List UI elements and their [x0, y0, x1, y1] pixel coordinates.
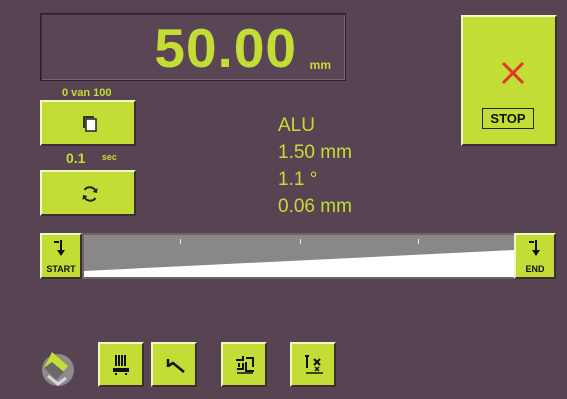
- press-tool-icon: [113, 355, 129, 375]
- start-label: START: [46, 264, 76, 274]
- end-button[interactable]: END: [514, 233, 556, 279]
- end-label: END: [525, 264, 545, 274]
- arrow-down-icon: [54, 240, 65, 256]
- stop-button[interactable]: STOP: [461, 15, 557, 146]
- axis-x-button[interactable]: [290, 342, 336, 387]
- cycle-button[interactable]: [40, 170, 136, 216]
- piece-counter: 0 van 100: [62, 87, 112, 99]
- timer-unit: sec: [101, 152, 117, 162]
- tolerance-value: 0.06 mm: [278, 196, 352, 217]
- sheet-position-bar: START END: [40, 233, 556, 279]
- press-tool-button[interactable]: [98, 342, 144, 387]
- piece-counter-button[interactable]: [40, 100, 136, 146]
- tick-mark: [418, 239, 419, 244]
- material-thickness: 1.50 mm: [278, 142, 352, 163]
- tick-mark: [180, 239, 181, 244]
- start-button[interactable]: START: [40, 233, 82, 279]
- sheet-track: [84, 235, 514, 277]
- back-gauge-icon: [236, 356, 254, 374]
- timer-readout: 0.1 sec: [66, 150, 117, 168]
- close-icon: [501, 61, 525, 85]
- axis-x-icon: [305, 355, 323, 374]
- stack-icon: [83, 116, 97, 132]
- length-unit: mm: [309, 58, 331, 72]
- length-value: 50.00: [154, 17, 297, 79]
- back-gauge-button[interactable]: [221, 342, 267, 387]
- length-display: 50.00 mm: [40, 13, 346, 81]
- bend-angle-icon: [166, 359, 185, 373]
- bend-angle-button[interactable]: [151, 342, 197, 387]
- stop-label: STOP: [482, 108, 534, 129]
- material-name: ALU: [278, 115, 315, 136]
- arrow-down-icon: [529, 240, 540, 256]
- timer-value: 0.1: [66, 150, 86, 166]
- refresh-icon: [82, 186, 98, 202]
- sheet-profile: [84, 250, 514, 277]
- logo-icon: [42, 352, 74, 386]
- tick-mark: [300, 239, 301, 244]
- bend-angle: 1.1 °: [278, 169, 318, 190]
